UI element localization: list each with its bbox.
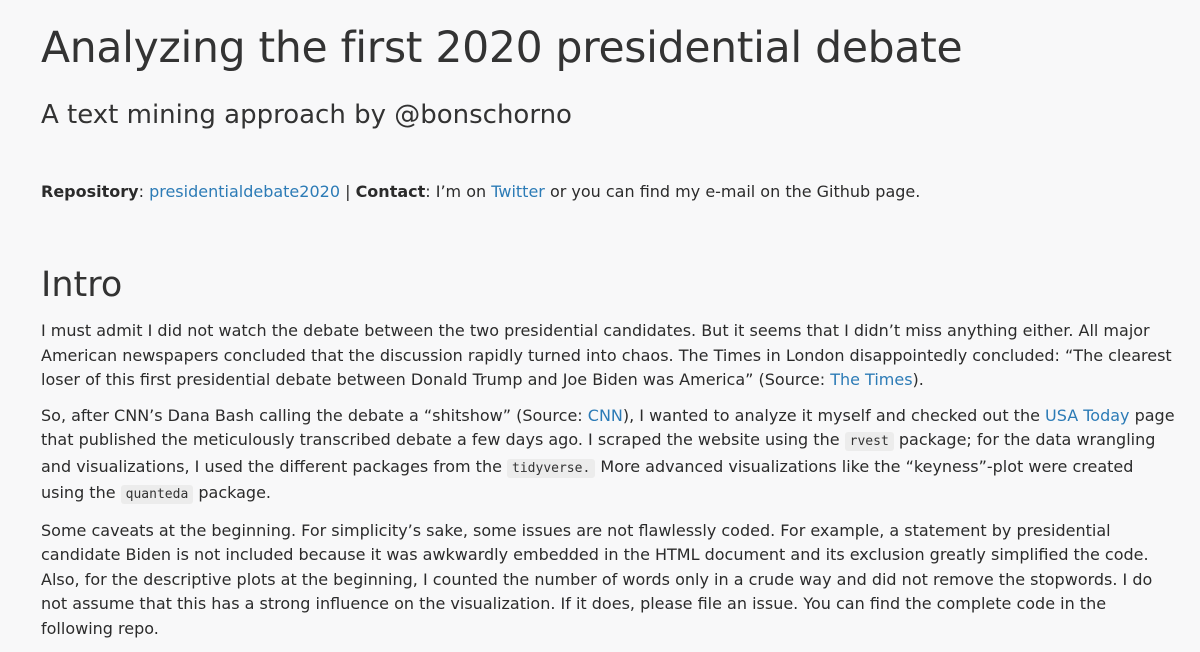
p2-text-1: So, after CNN’s Dana Bash calling the de…: [41, 405, 588, 425]
the-times-link[interactable]: The Times: [830, 370, 912, 389]
intro-paragraph-3: Some caveats at the beginning. For simpl…: [41, 520, 1153, 638]
meta-divider: |: [340, 182, 356, 201]
contact-text-1: : I’m on: [425, 182, 492, 201]
twitter-link[interactable]: Twitter: [491, 182, 545, 201]
p1-text: I must admit I did not watch the debate …: [41, 321, 1172, 389]
page-subtitle: A text mining approach by @bonschorno: [41, 100, 572, 130]
p1-end: ).: [912, 370, 924, 389]
code-quanteda: quanteda: [120, 485, 194, 504]
p2-text-2: ), I wanted to analyze it myself and che…: [622, 405, 1046, 425]
repository-link[interactable]: presidentialdebate2020: [149, 182, 340, 201]
repository-label: Repository: [41, 182, 139, 201]
intro-paragraph-2: So, after CNN’s Dana Bash calling the de…: [41, 404, 1176, 508]
cnn-link[interactable]: CNN: [588, 406, 623, 425]
usa-today-link[interactable]: USA Today: [1045, 406, 1129, 425]
contact-label: Contact: [355, 182, 426, 201]
repository-sep: :: [138, 182, 150, 201]
meta-line: Repository: presidentialdebate2020 | Con…: [41, 180, 920, 204]
code-tidyverse: tidyverse.: [507, 458, 596, 478]
p2-text-6: package.: [193, 483, 271, 502]
code-rvest: rvest: [844, 432, 894, 451]
contact-text-2: or you can find my e-mail on the Github …: [544, 182, 921, 201]
intro-paragraph-1: I must admit I did not watch the debate …: [41, 319, 1176, 393]
page: Analyzing the first 2020 presidential de…: [0, 0, 1181, 638]
intro-heading: Intro: [41, 265, 123, 305]
intro-body: I must admit I did not watch the debate …: [41, 319, 1176, 652]
